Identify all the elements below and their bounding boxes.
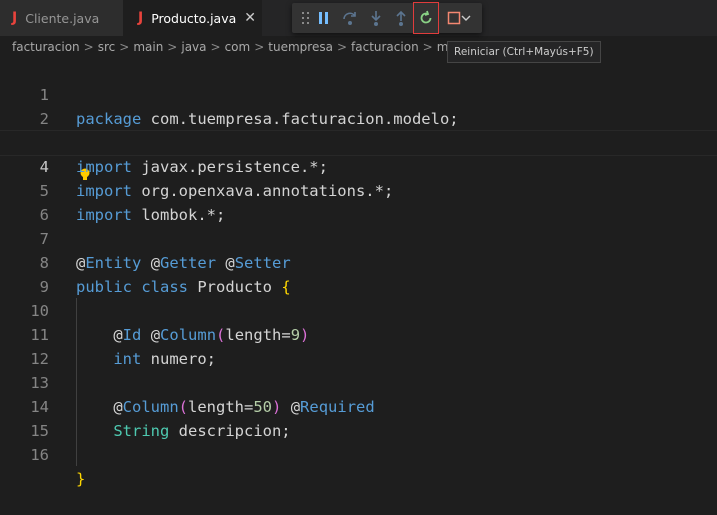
code-line-14: 14 String descripcion; <box>0 371 717 440</box>
chevron-right-icon: > <box>83 40 94 54</box>
chevron-right-icon: > <box>336 40 348 54</box>
chevron-right-icon: > <box>254 40 265 54</box>
breadcrumb-item[interactable]: tuempresa <box>268 40 333 54</box>
code-line-11: 11 int numero; <box>0 299 717 368</box>
chevron-down-icon[interactable] <box>458 3 474 33</box>
tab-label: Producto.java <box>151 10 237 26</box>
java-file-icon: J <box>138 10 144 26</box>
step-into-icon[interactable] <box>364 3 388 33</box>
code-line-5: 5 import lombok.*; <box>0 155 717 224</box>
chevron-right-icon: > <box>167 40 178 54</box>
code-line-9: 9 <box>0 251 717 296</box>
code-line-4: 4 import org.openxava.annotations.*; <box>0 130 717 200</box>
line-number: 16 <box>30 446 49 464</box>
restart-button[interactable] <box>413 2 439 34</box>
code-line-1: 1 package com.tuempresa.facturacion.mode… <box>0 59 717 128</box>
code-token: } <box>76 470 86 488</box>
breadcrumb-item[interactable]: facturacion <box>351 40 419 54</box>
tab-cliente-java[interactable]: J Cliente.java <box>0 0 123 36</box>
code-line-6: 6 <box>0 179 717 224</box>
code-line-2: 2 <box>0 83 717 128</box>
breadcrumb-item[interactable]: src <box>98 40 116 54</box>
code-line-16: 16 } <box>0 419 717 488</box>
code-line-13: 13 @Column(length=50) @Required <box>0 347 717 416</box>
code-line-3: 3 import javax.persistence.*; <box>0 107 717 176</box>
chevron-right-icon: > <box>422 40 433 54</box>
code-line-10: 10 @Id @Column(length=9) <box>0 275 717 344</box>
code-line-7: 7 @Entity @Getter @Setter <box>0 203 717 272</box>
close-icon[interactable]: ✕ <box>244 10 256 26</box>
code-line-12: 12 <box>0 323 717 368</box>
chevron-right-icon: > <box>210 40 221 54</box>
tab-producto-java[interactable]: J Producto.java ✕ <box>123 0 262 36</box>
pause-icon[interactable] <box>312 3 336 33</box>
code-line-15: 15 <box>0 395 717 440</box>
breadcrumb-item[interactable]: main <box>133 40 163 54</box>
restart-icon <box>420 10 432 24</box>
java-file-icon: J <box>12 10 18 26</box>
debug-toolbar <box>292 2 482 34</box>
step-over-icon[interactable] <box>338 3 362 33</box>
code-line-8: 8 public class Producto { <box>0 227 717 296</box>
step-out-icon[interactable] <box>389 3 413 33</box>
tab-label: Cliente.java <box>25 10 100 26</box>
code-editor[interactable]: 1 package com.tuempresa.facturacion.mode… <box>0 59 717 488</box>
breadcrumb-item[interactable]: com <box>225 40 251 54</box>
breadcrumb: facturacion > src > main > java > com > … <box>0 36 717 58</box>
breadcrumb-item[interactable]: facturacion <box>12 40 80 54</box>
chevron-right-icon: > <box>119 40 130 54</box>
breadcrumb-item[interactable]: java <box>181 40 206 54</box>
